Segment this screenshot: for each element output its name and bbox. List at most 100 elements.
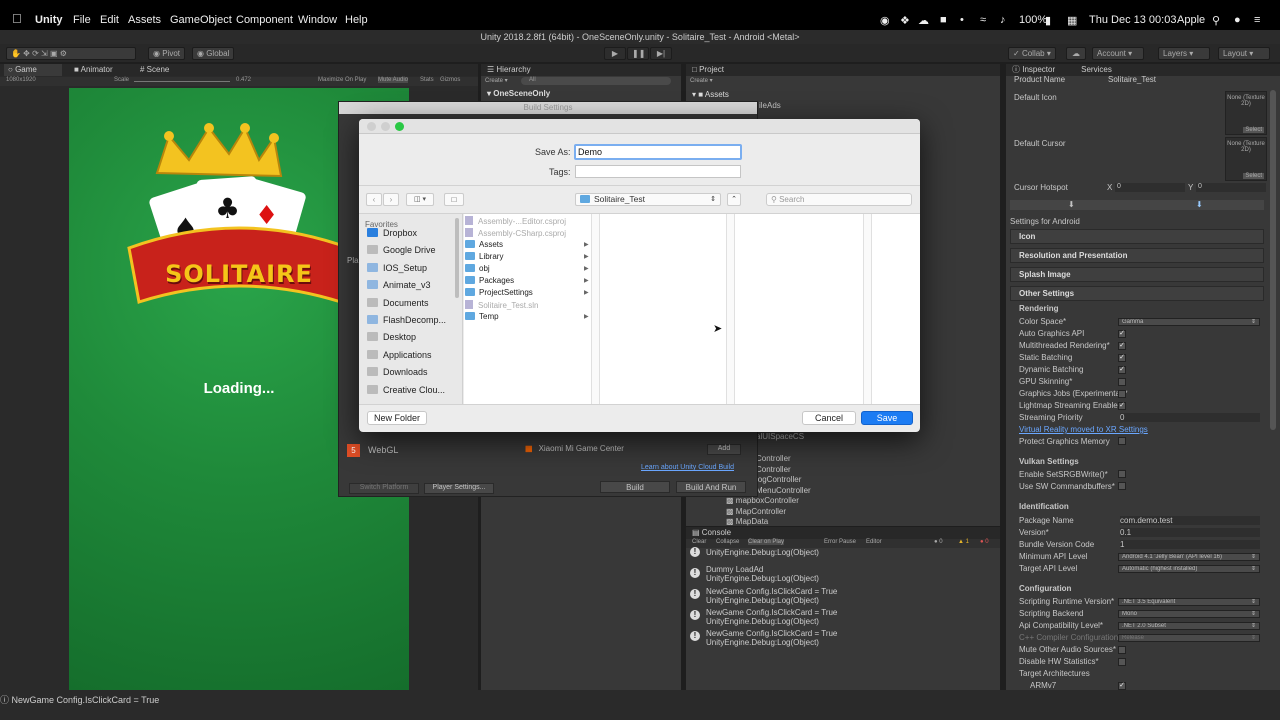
- project-item[interactable]: Controller: [756, 465, 791, 474]
- vulkan-sw-checkbox[interactable]: [1118, 482, 1126, 490]
- new-folder-icon[interactable]: □: [444, 193, 464, 206]
- setting-dropdown[interactable]: .NET 2.0 Subset ⇕: [1118, 622, 1260, 630]
- file-item[interactable]: Assets: [465, 240, 503, 249]
- console-entry-partial[interactable]: UnityEngine.Debug:Log(Object): [706, 548, 819, 557]
- file-item[interactable]: Assembly-...Editor.csproj: [465, 216, 566, 226]
- project-item[interactable]: ▩ mapboxController: [726, 496, 799, 505]
- select-button[interactable]: Select: [1243, 173, 1264, 179]
- vulkan-setsrgb-checkbox[interactable]: [1118, 470, 1126, 478]
- user-name[interactable]: Apple: [1177, 14, 1205, 26]
- hotspot-x-field[interactable]: 0: [1115, 183, 1185, 192]
- setting-dropdown[interactable]: Automatic (highest installed) ⇕: [1118, 565, 1260, 573]
- wifi-icon[interactable]: ≈: [980, 14, 986, 26]
- console-clear-on-play[interactable]: Clear on Play: [748, 539, 785, 545]
- hierarchy-tab[interactable]: ☰ Hierarchy: [481, 64, 681, 76]
- console-entry[interactable]: NewGame Config.IsClickCard = True UnityEn…: [706, 587, 837, 605]
- default-icon-slot[interactable]: None (Texture 2D) Select: [1225, 91, 1267, 135]
- minimize-button[interactable]: [381, 122, 390, 131]
- hotspot-y-field[interactable]: 0: [1196, 183, 1266, 192]
- menu-edit[interactable]: Edit: [100, 14, 119, 26]
- section-other-settings[interactable]: Other Settings: [1010, 286, 1264, 301]
- tab-inspector[interactable]: ⓘ Inspector: [1012, 65, 1055, 74]
- project-item[interactable]: ▩ MapData: [726, 517, 768, 526]
- product-name-field[interactable]: Solitaire_Test: [1108, 75, 1156, 84]
- layers-dropdown[interactable]: Layers ▾: [1158, 47, 1210, 60]
- setting-checkbox[interactable]: [1118, 646, 1126, 654]
- layout-dropdown[interactable]: Layout ▾: [1218, 47, 1270, 60]
- menu-file[interactable]: File: [73, 14, 91, 26]
- transform-tools[interactable]: ✋ ✥ ⟳ ⇲ ▣ ⚙: [6, 47, 136, 60]
- project-item[interactable]: MenuController: [756, 486, 811, 495]
- console-entry[interactable]: NewGame Config.IsClickCard = True UnityEn…: [706, 629, 837, 647]
- store-add-button[interactable]: Add: [707, 444, 741, 455]
- project-item[interactable]: Controller: [756, 454, 791, 463]
- file-item[interactable]: Assembly-CSharp.csproj: [465, 228, 566, 238]
- cloud-build-link[interactable]: Learn about Unity Cloud Build: [641, 464, 734, 471]
- vr-settings-link[interactable]: Virtual Reality moved to XR Settings: [1019, 425, 1148, 434]
- collapse-button[interactable]: ⌃: [727, 193, 741, 206]
- platform-webgl[interactable]: 5 WebGL: [347, 444, 398, 457]
- setting-checkbox[interactable]: ✓: [1118, 330, 1126, 338]
- close-button[interactable]: [367, 122, 376, 131]
- menu-help[interactable]: Help: [345, 14, 368, 26]
- sidebar-scrollbar[interactable]: [455, 218, 459, 298]
- setting-text-field[interactable]: 1: [1120, 540, 1260, 549]
- project-tab[interactable]: □ Project: [686, 64, 1000, 76]
- tab-animator[interactable]: ■ Animator: [74, 64, 113, 76]
- dot-icon[interactable]: •: [960, 14, 964, 26]
- build-button[interactable]: Build: [600, 481, 670, 493]
- console-clear[interactable]: Clear: [692, 539, 706, 545]
- setting-text-field[interactable]: com.demo.test: [1120, 516, 1260, 525]
- global-toggle[interactable]: ◉ Global: [192, 47, 235, 60]
- menu-gameobject[interactable]: GameObject: [170, 14, 232, 26]
- gizmos-button[interactable]: Gizmos: [440, 77, 460, 83]
- project-item[interactable]: logController: [756, 475, 801, 484]
- control-center-icon[interactable]: ≡: [1254, 14, 1260, 26]
- zoom-button[interactable]: [395, 122, 404, 131]
- switch-platform-button[interactable]: Switch Platform: [349, 483, 419, 494]
- siri-icon[interactable]: ●: [1234, 14, 1241, 26]
- info-count[interactable]: ● 0: [934, 539, 943, 545]
- view-mode-button[interactable]: ◫ ▾: [406, 193, 434, 206]
- player-settings-button[interactable]: Player Settings...: [424, 483, 494, 494]
- project-create[interactable]: Create ▾: [690, 77, 713, 84]
- inspector-scrollbar[interactable]: [1270, 90, 1276, 430]
- error-count[interactable]: ● 0: [980, 539, 989, 545]
- console-error-pause[interactable]: Error Pause: [824, 539, 856, 545]
- file-item[interactable]: ProjectSettings: [465, 288, 533, 297]
- favorite-item[interactable]: Dropbox: [367, 228, 417, 238]
- setting-dropdown[interactable]: Release ⇕: [1118, 634, 1260, 642]
- setting-dropdown[interactable]: Mono ⇕: [1118, 610, 1260, 618]
- save-button[interactable]: Save: [861, 411, 913, 425]
- step-button[interactable]: ▶|: [650, 47, 672, 60]
- play-button[interactable]: ▶: [604, 47, 626, 60]
- volume-icon[interactable]: ♪: [1000, 14, 1006, 26]
- menu-window[interactable]: Window: [298, 14, 337, 26]
- collab-dropdown[interactable]: ✓ Collab ▾: [1008, 47, 1056, 60]
- favorite-item[interactable]: Creative Clou...: [367, 384, 445, 395]
- favorite-item[interactable]: IOS_Setup: [367, 262, 427, 273]
- section-icon[interactable]: Icon: [1010, 229, 1264, 244]
- file-item[interactable]: Temp: [465, 312, 499, 321]
- console-collapse[interactable]: Collapse: [716, 539, 739, 545]
- select-button[interactable]: Select: [1243, 127, 1264, 133]
- file-item[interactable]: Library: [465, 252, 503, 261]
- apple-icon[interactable]: : [12, 11, 22, 26]
- cloud-icon[interactable]: ☁: [918, 14, 929, 27]
- build-and-run-button[interactable]: Build And Run: [676, 481, 746, 493]
- location-dropdown[interactable]: Solitaire_Test ⇕: [575, 193, 721, 206]
- setting-dropdown[interactable]: Gamma ⇕: [1118, 318, 1260, 326]
- favorite-item[interactable]: Desktop: [367, 332, 416, 342]
- new-folder-button[interactable]: New Folder: [367, 411, 427, 425]
- tab-game[interactable]: ○ Game: [4, 64, 62, 76]
- favorite-item[interactable]: Animate_v3: [367, 280, 431, 290]
- favorite-item[interactable]: FlashDecomp...: [367, 315, 446, 325]
- hierarchy-root[interactable]: ▾ OneSceneOnly: [487, 89, 550, 98]
- favorite-item[interactable]: Downloads: [367, 367, 428, 377]
- cloud-button[interactable]: ☁: [1066, 47, 1086, 60]
- account-dropdown[interactable]: Account ▾: [1092, 47, 1144, 60]
- setting-checkbox[interactable]: [1118, 658, 1126, 666]
- back-button[interactable]: ‹: [366, 193, 382, 206]
- pivot-toggle[interactable]: ◉ Pivot: [148, 47, 185, 60]
- warning-count[interactable]: ▲ 1: [958, 539, 969, 545]
